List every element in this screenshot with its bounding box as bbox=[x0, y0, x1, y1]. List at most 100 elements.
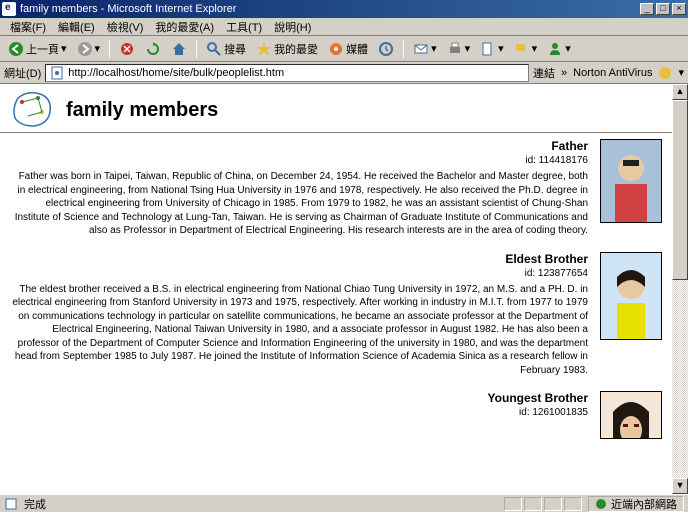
member-text: Father id: 114418176 Father was born in … bbox=[10, 139, 600, 238]
print-button[interactable]: ▾ bbox=[443, 39, 475, 59]
mail-icon bbox=[413, 41, 429, 57]
menu-tools[interactable]: 工具(T) bbox=[220, 19, 268, 35]
status-pane-seg bbox=[564, 497, 582, 511]
edit-icon bbox=[480, 41, 496, 57]
member-name: Father bbox=[10, 139, 588, 153]
toolbar-separator bbox=[196, 40, 197, 58]
address-links: 連結 » Norton AntiVirus ▾ bbox=[533, 65, 684, 81]
page-header: family members bbox=[0, 84, 672, 133]
dropdown-arrow-icon: ▾ bbox=[678, 66, 684, 79]
media-label: 媒體 bbox=[346, 41, 368, 57]
zone-text: 近端內部網路 bbox=[611, 496, 677, 512]
back-arrow-icon bbox=[8, 41, 24, 57]
member-name: Youngest Brother bbox=[10, 391, 588, 405]
stop-icon bbox=[119, 41, 135, 57]
antivirus-label[interactable]: Norton AntiVirus bbox=[573, 67, 652, 79]
status-pane-seg bbox=[544, 497, 562, 511]
zone-icon bbox=[595, 498, 607, 510]
member-description: Father was born in Taipei, Taiwan, Repub… bbox=[10, 170, 588, 238]
home-button[interactable] bbox=[167, 39, 191, 59]
dropdown-arrow-icon: ▾ bbox=[95, 42, 101, 55]
forward-button[interactable]: ▾ bbox=[73, 39, 105, 59]
menu-help[interactable]: 說明(H) bbox=[268, 19, 317, 35]
menu-bar: 檔案(F) 編輯(E) 檢視(V) 我的最愛(A) 工具(T) 說明(H) bbox=[0, 18, 688, 36]
toolbar: 上一頁 ▾ ▾ 搜尋 我的最愛 媒體 ▾ ▾ ▾ bbox=[0, 36, 688, 62]
address-input[interactable]: http://localhost/home/site/bulk/peopleli… bbox=[45, 64, 529, 82]
member-id: id: 114418176 bbox=[10, 155, 588, 166]
minimize-button[interactable]: _ bbox=[640, 3, 654, 15]
antivirus-icon bbox=[658, 66, 672, 80]
done-icon bbox=[4, 497, 18, 511]
scroll-track[interactable] bbox=[672, 100, 688, 478]
dropdown-arrow-icon: ▾ bbox=[465, 42, 471, 55]
member-photo bbox=[600, 391, 662, 439]
page-icon bbox=[50, 66, 64, 80]
maximize-button[interactable]: □ bbox=[656, 3, 670, 15]
window-controls: _ □ × bbox=[640, 3, 686, 15]
member-row: Father id: 114418176 Father was born in … bbox=[0, 133, 672, 246]
url-text: http://localhost/home/site/bulk/peopleli… bbox=[68, 67, 284, 79]
discuss-button[interactable]: ▾ bbox=[510, 39, 542, 59]
member-row: Youngest Brother id: 1261001835 bbox=[0, 385, 672, 447]
scroll-down-button[interactable]: ▼ bbox=[672, 478, 688, 494]
scroll-thumb[interactable] bbox=[672, 100, 688, 280]
address-bar: 網址(D) http://localhost/home/site/bulk/pe… bbox=[0, 62, 688, 84]
member-description: The eldest brother received a B.S. in el… bbox=[10, 283, 588, 378]
member-photo bbox=[600, 252, 662, 340]
dropdown-arrow-icon: ▾ bbox=[498, 42, 504, 55]
search-label: 搜尋 bbox=[224, 41, 246, 57]
page-title: family members bbox=[66, 99, 218, 128]
media-icon bbox=[328, 41, 344, 57]
favorites-label: 我的最愛 bbox=[274, 41, 318, 57]
member-id: id: 1261001835 bbox=[10, 407, 588, 418]
toolbar-separator bbox=[403, 40, 404, 58]
links-label[interactable]: 連結 bbox=[533, 65, 555, 81]
member-row: Eldest Brother id: 123877654 The eldest … bbox=[0, 246, 672, 386]
back-button[interactable]: 上一頁 ▾ bbox=[4, 39, 71, 59]
site-logo bbox=[10, 88, 56, 128]
dropdown-arrow-icon: ▾ bbox=[565, 42, 571, 55]
status-panes bbox=[504, 497, 582, 511]
status-bar: 完成 近端內部網路 bbox=[0, 494, 688, 512]
refresh-button[interactable] bbox=[141, 39, 165, 59]
member-name: Eldest Brother bbox=[10, 252, 588, 266]
scroll-up-button[interactable]: ▲ bbox=[672, 84, 688, 100]
stop-button[interactable] bbox=[115, 39, 139, 59]
history-icon bbox=[378, 41, 394, 57]
search-button[interactable]: 搜尋 bbox=[202, 39, 250, 59]
back-label: 上一頁 bbox=[26, 41, 59, 57]
member-id: id: 123877654 bbox=[10, 268, 588, 279]
history-button[interactable] bbox=[374, 39, 398, 59]
menu-favorites[interactable]: 我的最愛(A) bbox=[149, 19, 220, 35]
dropdown-arrow-icon: ▾ bbox=[431, 42, 437, 55]
ie-icon bbox=[2, 2, 16, 16]
window-title: family members - Microsoft Internet Expl… bbox=[20, 3, 640, 15]
links-chevron-icon: » bbox=[561, 67, 567, 79]
status-pane-seg bbox=[524, 497, 542, 511]
person-icon bbox=[547, 41, 563, 57]
menu-view[interactable]: 檢視(V) bbox=[101, 19, 150, 35]
member-photo bbox=[600, 139, 662, 223]
messenger-button[interactable]: ▾ bbox=[543, 39, 575, 59]
title-bar: family members - Microsoft Internet Expl… bbox=[0, 0, 688, 18]
member-text: Youngest Brother id: 1261001835 bbox=[10, 391, 600, 439]
refresh-icon bbox=[145, 41, 161, 57]
zone-pane: 近端內部網路 bbox=[588, 496, 684, 512]
discuss-icon bbox=[514, 41, 530, 57]
address-label: 網址(D) bbox=[4, 65, 41, 81]
edit-button[interactable]: ▾ bbox=[476, 39, 508, 59]
member-text: Eldest Brother id: 123877654 The eldest … bbox=[10, 252, 600, 378]
menu-edit[interactable]: 編輯(E) bbox=[52, 19, 101, 35]
favorites-button[interactable]: 我的最愛 bbox=[252, 39, 322, 59]
page-content: family members Father id: 114418176 Fath… bbox=[0, 84, 672, 494]
media-button[interactable]: 媒體 bbox=[324, 39, 372, 59]
menu-file[interactable]: 檔案(F) bbox=[4, 19, 52, 35]
search-icon bbox=[206, 41, 222, 57]
status-text: 完成 bbox=[24, 496, 498, 512]
mail-button[interactable]: ▾ bbox=[409, 39, 441, 59]
toolbar-separator bbox=[109, 40, 110, 58]
dropdown-arrow-icon: ▾ bbox=[61, 42, 67, 55]
vertical-scrollbar[interactable]: ▲ ▼ bbox=[672, 84, 688, 494]
close-button[interactable]: × bbox=[672, 3, 686, 15]
forward-arrow-icon bbox=[77, 41, 93, 57]
